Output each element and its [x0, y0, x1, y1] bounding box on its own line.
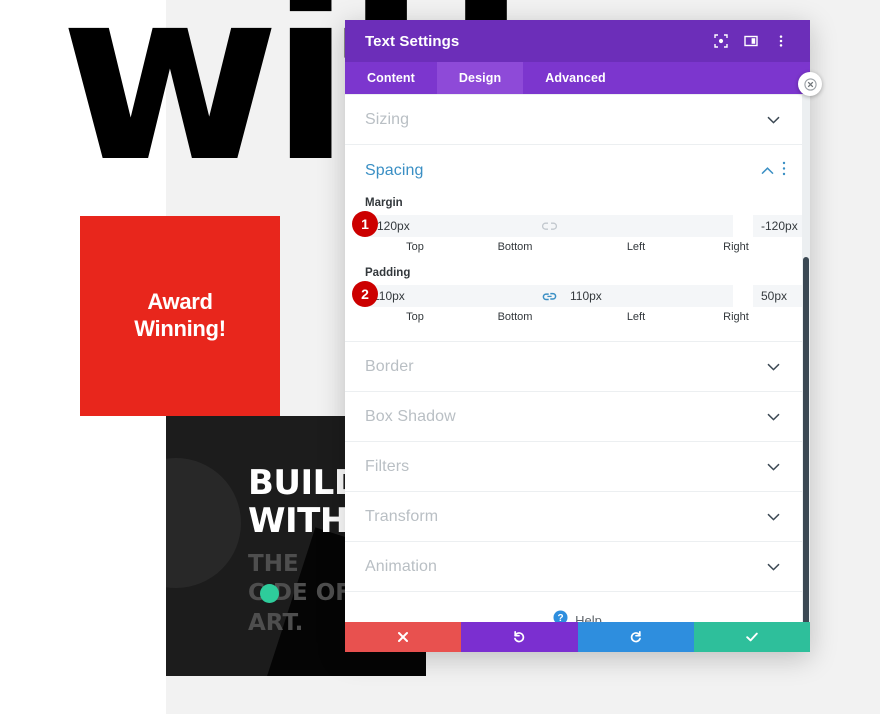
padding-top-label: Top	[406, 311, 424, 323]
padding-horizontal-labels: Left Right	[586, 311, 786, 323]
margin-left-label: Left	[626, 241, 646, 253]
margin-bottom-input[interactable]	[562, 215, 733, 237]
undo-button[interactable]	[461, 622, 578, 652]
question-mark-icon: ?	[553, 610, 568, 622]
section-animation[interactable]: Animation	[345, 542, 810, 592]
margin-label: Margin	[365, 197, 403, 209]
section-filters-label: Filters	[365, 457, 410, 475]
help-link[interactable]: ? Help	[345, 592, 810, 622]
chevron-down-icon	[767, 111, 780, 129]
section-spacing-header[interactable]: Spacing	[345, 145, 810, 197]
padding-label: Padding	[365, 267, 411, 279]
card-subtitle-line3: ART.	[248, 609, 304, 636]
tab-design[interactable]: Design	[436, 62, 524, 94]
chevron-down-icon	[767, 458, 780, 476]
chevron-down-icon	[767, 508, 780, 526]
section-transform[interactable]: Transform	[345, 492, 810, 542]
card-subtitle-line1: THE	[248, 551, 299, 577]
padding-vertical-link-icon[interactable]	[536, 285, 562, 307]
modal-tabs: Content Design Advanced	[345, 62, 810, 94]
margin-vertical-inputs	[365, 215, 733, 237]
chevron-down-icon	[767, 358, 780, 376]
close-icon	[397, 631, 409, 643]
step-badge-1: 1	[352, 211, 378, 237]
padding-vertical-labels: Top Bottom	[365, 311, 565, 323]
padding-labels-row: Top Bottom Left Right	[365, 311, 786, 323]
padding-field-group: Padding 2 110px 110px 50px Top Bottom Le…	[345, 267, 810, 341]
modal-body: Sizing Spacing Margin 1 -120px -120px To…	[345, 94, 810, 622]
help-label: Help	[575, 612, 602, 623]
section-border-label: Border	[365, 357, 414, 375]
modal-title: Text Settings	[365, 32, 460, 50]
padding-bottom-input[interactable]	[562, 285, 733, 307]
section-filters[interactable]: Filters	[345, 442, 810, 492]
undo-arrow-icon	[512, 630, 526, 644]
svg-text:?: ?	[558, 613, 564, 622]
margin-vertical-link-icon[interactable]	[536, 215, 562, 237]
chevron-up-icon[interactable]	[761, 162, 774, 180]
padding-labels-divider	[565, 311, 586, 323]
section-animation-label: Animation	[365, 557, 438, 575]
card-decorative-blob	[166, 458, 241, 588]
padding-inputs-row	[365, 285, 810, 307]
modal-header: Text Settings	[345, 20, 810, 62]
padding-left-label: Left	[626, 311, 646, 323]
margin-right-label: Right	[723, 241, 749, 253]
section-sizing-label: Sizing	[365, 110, 410, 128]
cancel-button[interactable]	[345, 622, 462, 652]
margin-top-label: Top	[406, 241, 424, 253]
split-view-icon[interactable]	[738, 28, 764, 54]
green-accent-dot	[260, 584, 279, 603]
margin-labels-row: Top Bottom Left Right	[365, 241, 786, 253]
award-badge-line2: Winning!	[134, 316, 226, 341]
text-settings-modal: Text Settings Content Design Advanced Si…	[345, 20, 822, 652]
redo-arrow-icon	[629, 630, 643, 644]
margin-field-group: Margin 1 -120px -120px Top Bottom Left R…	[345, 197, 810, 267]
modal-scrollbar-thumb[interactable]	[803, 257, 809, 622]
focus-icon[interactable]	[708, 28, 734, 54]
close-modal-button[interactable]	[798, 72, 822, 96]
margin-vertical-labels: Top Bottom	[365, 241, 565, 253]
chevron-down-icon	[767, 408, 780, 426]
step-badge-2: 2	[352, 281, 378, 307]
margin-labels-divider	[565, 241, 586, 253]
checkmark-icon	[745, 630, 759, 644]
margin-inputs-row	[365, 215, 810, 237]
margin-bottom-label: Bottom	[497, 241, 533, 253]
award-winning-badge: Award Winning!	[80, 216, 280, 416]
modal-scrollbar-track[interactable]	[802, 95, 810, 622]
padding-vertical-inputs	[365, 285, 733, 307]
redo-button[interactable]	[577, 622, 694, 652]
save-button[interactable]	[693, 622, 810, 652]
margin-top-input[interactable]	[365, 215, 536, 237]
section-border[interactable]: Border	[345, 342, 810, 392]
section-box-shadow[interactable]: Box Shadow	[345, 392, 810, 442]
more-options-icon[interactable]	[768, 28, 794, 54]
tab-advanced[interactable]: Advanced	[523, 62, 628, 94]
spacing-more-options-icon[interactable]	[782, 161, 786, 181]
margin-horizontal-labels: Left Right	[586, 241, 786, 253]
award-badge-text: Award Winning!	[134, 289, 226, 343]
section-spacing-label: Spacing	[365, 162, 424, 179]
award-badge-line1: Award	[147, 289, 213, 315]
section-box-shadow-label: Box Shadow	[365, 407, 456, 425]
section-transform-label: Transform	[365, 507, 439, 525]
padding-bottom-label: Bottom	[497, 311, 533, 323]
section-sizing[interactable]: Sizing	[345, 95, 810, 145]
tab-content[interactable]: Content	[345, 62, 437, 94]
padding-right-label: Right	[723, 311, 749, 323]
section-spacing: Spacing Margin 1 -120px -120px Top Botto…	[345, 145, 810, 342]
padding-top-input[interactable]	[365, 285, 536, 307]
modal-footer	[345, 622, 810, 652]
chevron-down-icon	[767, 558, 780, 576]
